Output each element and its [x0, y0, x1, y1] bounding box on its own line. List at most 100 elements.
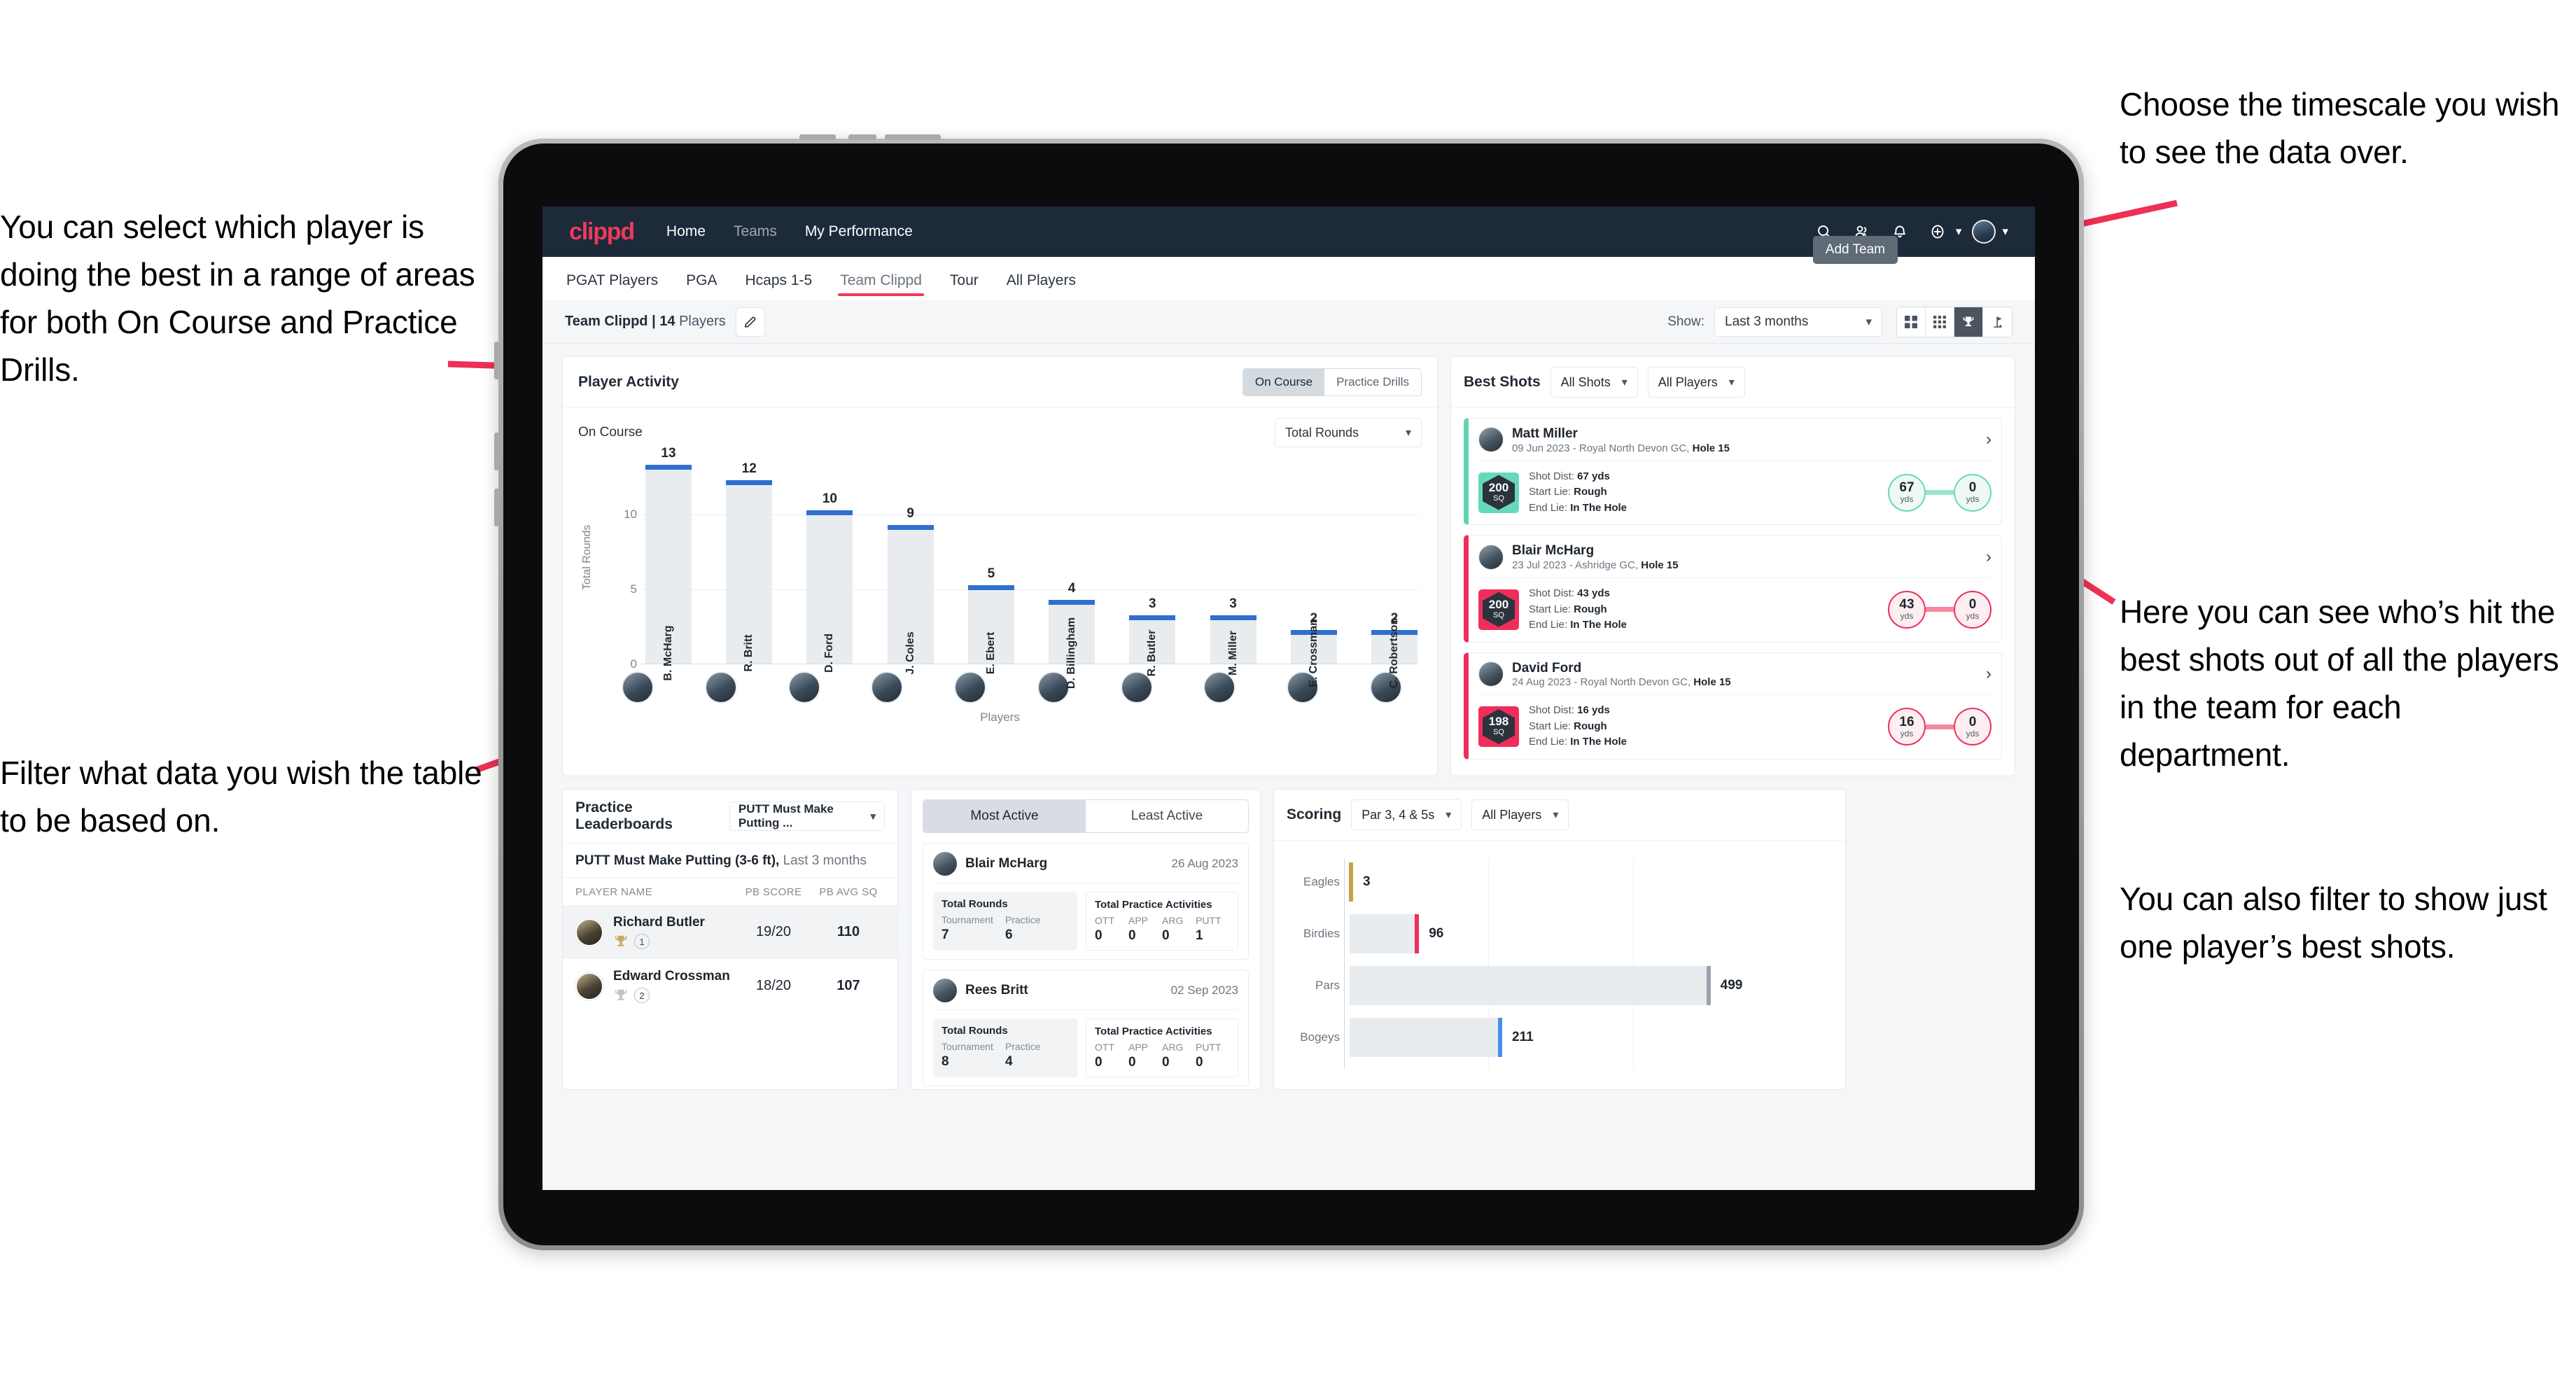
chart-bar-label: R. Butler: [1146, 629, 1158, 677]
dashboard-row-bottom: Practice Leaderboards PUTT Must Make Put…: [562, 789, 2015, 1090]
chevron-right-icon[interactable]: ›: [1986, 664, 1991, 684]
flag-icon[interactable]: [1983, 307, 2012, 337]
chart-bar-group[interactable]: 9 J. Coles: [887, 506, 934, 675]
shot-start-value: 43: [1899, 597, 1914, 612]
player-activity-chart: Total Rounds 0 5 10 13 B. McHarg 12 R. Britt 1…: [563, 446, 1437, 744]
scoring-par-filter[interactable]: Par 3, 4 & 5s ▾: [1351, 799, 1462, 830]
best-shot-header: Blair McHarg 23 Jul 2023 - Ashridge GC, H…: [1478, 542, 1991, 578]
tab-most-active[interactable]: Most Active: [923, 800, 1086, 832]
chart-bar-group[interactable]: 5 E. Ebert: [967, 566, 1014, 674]
best-shots-player-filter[interactable]: All Players ▾: [1647, 367, 1745, 398]
scoring-bar-row[interactable]: Bogeys 211: [1289, 1011, 1830, 1063]
chart-bar-group[interactable]: 2 E. Crossman: [1290, 611, 1337, 687]
clippd-logo[interactable]: clippd: [569, 218, 635, 246]
practice-key: PUTT: [1196, 1042, 1222, 1053]
activity-card[interactable]: Blair McHarg 26 Aug 2023 Total Rounds Tourn…: [923, 843, 1249, 960]
chevron-right-icon[interactable]: ›: [1986, 547, 1991, 567]
nav-link-teams[interactable]: Teams: [734, 223, 777, 240]
scoring-player-filter[interactable]: All Players ▾: [1471, 799, 1569, 830]
best-shots-shot-filter[interactable]: All Shots ▾: [1550, 367, 1638, 398]
chart-bar-cap: [967, 584, 1014, 590]
scoring-category-label: Birdies: [1303, 927, 1340, 940]
practice-value: 0: [1196, 1055, 1203, 1070]
edit-team-button[interactable]: [735, 307, 765, 337]
tab-least-active[interactable]: Least Active: [1086, 800, 1248, 832]
shot-distance-diagram: 43 yds 0 yds: [1888, 590, 1991, 629]
column-pb-avg-sq: PB AVG SQ: [819, 886, 878, 898]
table-row[interactable]: Edward Crossman 2 18/20 107: [563, 959, 897, 1013]
chart-bar-group[interactable]: 10 D. Ford: [806, 491, 853, 673]
shot-distance-connector: [1926, 724, 1954, 729]
best-shot-card[interactable]: David Ford 24 Aug 2023 - Royal North Devo…: [1463, 652, 2002, 760]
plus-circle-icon[interactable]: [1922, 216, 1953, 247]
segment-on-course[interactable]: On Course: [1242, 369, 1325, 396]
show-label: Show:: [1667, 314, 1704, 329]
segment-practice-drills[interactable]: Practice Drills: [1324, 369, 1421, 396]
best-shot-card[interactable]: Blair McHarg 23 Jul 2023 - Ashridge GC, H…: [1463, 535, 2002, 643]
tab-team-clippd[interactable]: Team Clippd: [838, 272, 924, 300]
chevron-down-icon: ▾: [1728, 377, 1735, 388]
leaderboard-player-cell: Edward Crossman 2: [613, 969, 735, 1003]
chart-y-tick: 0: [630, 657, 637, 671]
player-avatar[interactable]: [704, 671, 737, 704]
activity-card[interactable]: Rees Britt 02 Sep 2023 Total Rounds Tournam…: [923, 969, 1249, 1086]
plus-chevron-down-icon[interactable]: ▾: [1956, 225, 1962, 239]
practice-value: 0: [1128, 1055, 1136, 1070]
table-row[interactable]: Richard Butler 1 19/20 110: [563, 905, 897, 959]
grid-small-icon[interactable]: [1926, 307, 1954, 337]
chart-bar-group[interactable]: 12 R. Britt: [726, 461, 773, 672]
practice-key: APP: [1128, 915, 1149, 926]
activity-player-name: Rees Britt: [965, 983, 1028, 997]
trophy-icon[interactable]: [1954, 307, 1983, 337]
players-word: Players: [679, 314, 726, 329]
player-avatar[interactable]: [1203, 671, 1236, 704]
practice-activities-values: 0 0 0 1: [1095, 926, 1229, 944]
tab-all-players[interactable]: All Players: [1007, 272, 1076, 300]
chart-bar-cap: [887, 525, 934, 531]
avatar: [1478, 427, 1504, 453]
nav-link-my-performance[interactable]: My Performance: [805, 223, 913, 240]
scoring-bar-row[interactable]: Birdies 96: [1289, 908, 1830, 960]
tab-hcaps-1-5[interactable]: Hcaps 1-5: [745, 272, 812, 300]
grid-large-icon[interactable]: [1897, 307, 1926, 337]
tab-pga[interactable]: PGA: [686, 272, 717, 300]
activity-card-body: Total Rounds Tournament Practice 7 6 Total Pr…: [933, 883, 1238, 951]
avatar: [933, 979, 957, 1002]
best-shot-card[interactable]: Matt Miller 09 Jun 2023 - Royal North Dev…: [1463, 418, 2002, 526]
timescale-select[interactable]: Last 3 months ▾: [1714, 307, 1882, 337]
avatar-chevron-down-icon[interactable]: ▾: [2002, 225, 2008, 239]
player-avatar[interactable]: [1037, 671, 1070, 704]
avatar[interactable]: [1968, 216, 1999, 247]
tab-tour[interactable]: Tour: [950, 272, 979, 300]
chevron-down-icon: ▾: [1621, 377, 1628, 388]
player-avatar[interactable]: [871, 671, 904, 704]
scoring-bar-row[interactable]: Pars 499: [1289, 960, 1830, 1011]
leaderboard-pb-avg-sq: 107: [836, 978, 860, 993]
player-avatar[interactable]: [954, 671, 987, 704]
shot-dist-value: 43 yds: [1577, 587, 1610, 599]
chart-bar-group[interactable]: 2 C. Robertson: [1371, 611, 1418, 688]
chart-bar-group[interactable]: 4 D. Billingham: [1049, 581, 1096, 689]
scoring-bar: [1350, 1018, 1503, 1057]
tab-pgat-players[interactable]: PGAT Players: [566, 272, 658, 300]
metric-select[interactable]: Total Rounds ▾: [1274, 418, 1422, 447]
chart-bar-cap: [726, 479, 773, 485]
scoring-bar-value: 3: [1363, 874, 1371, 889]
chart-bar-group[interactable]: 3 R. Butler: [1129, 596, 1176, 676]
drill-select[interactable]: PUTT Must Make Putting ... ▾: [729, 802, 885, 831]
chart-bar-group[interactable]: 13 B. McHarg: [645, 446, 692, 681]
practice-value: 0: [1128, 928, 1136, 943]
best-shot-header: Matt Miller 09 Jun 2023 - Royal North Dev…: [1478, 426, 1991, 461]
chevron-right-icon[interactable]: ›: [1986, 430, 1991, 449]
scoring-bar-row[interactable]: Eagles 3: [1289, 856, 1830, 908]
leaderboard-rank: 1: [634, 934, 650, 949]
player-avatar[interactable]: [622, 671, 654, 704]
scoring-bar-cap: [1706, 966, 1711, 1005]
nav-link-home[interactable]: Home: [666, 223, 706, 240]
player-avatar[interactable]: [788, 671, 820, 704]
scoring-category-label: Eagles: [1303, 875, 1340, 888]
total-rounds-values: 76: [941, 925, 1069, 943]
view-mode-toggle: [1896, 306, 2012, 337]
chart-bar-label: R. Britt: [743, 634, 755, 672]
chart-bar-group[interactable]: 3 M. Miller: [1210, 596, 1256, 676]
